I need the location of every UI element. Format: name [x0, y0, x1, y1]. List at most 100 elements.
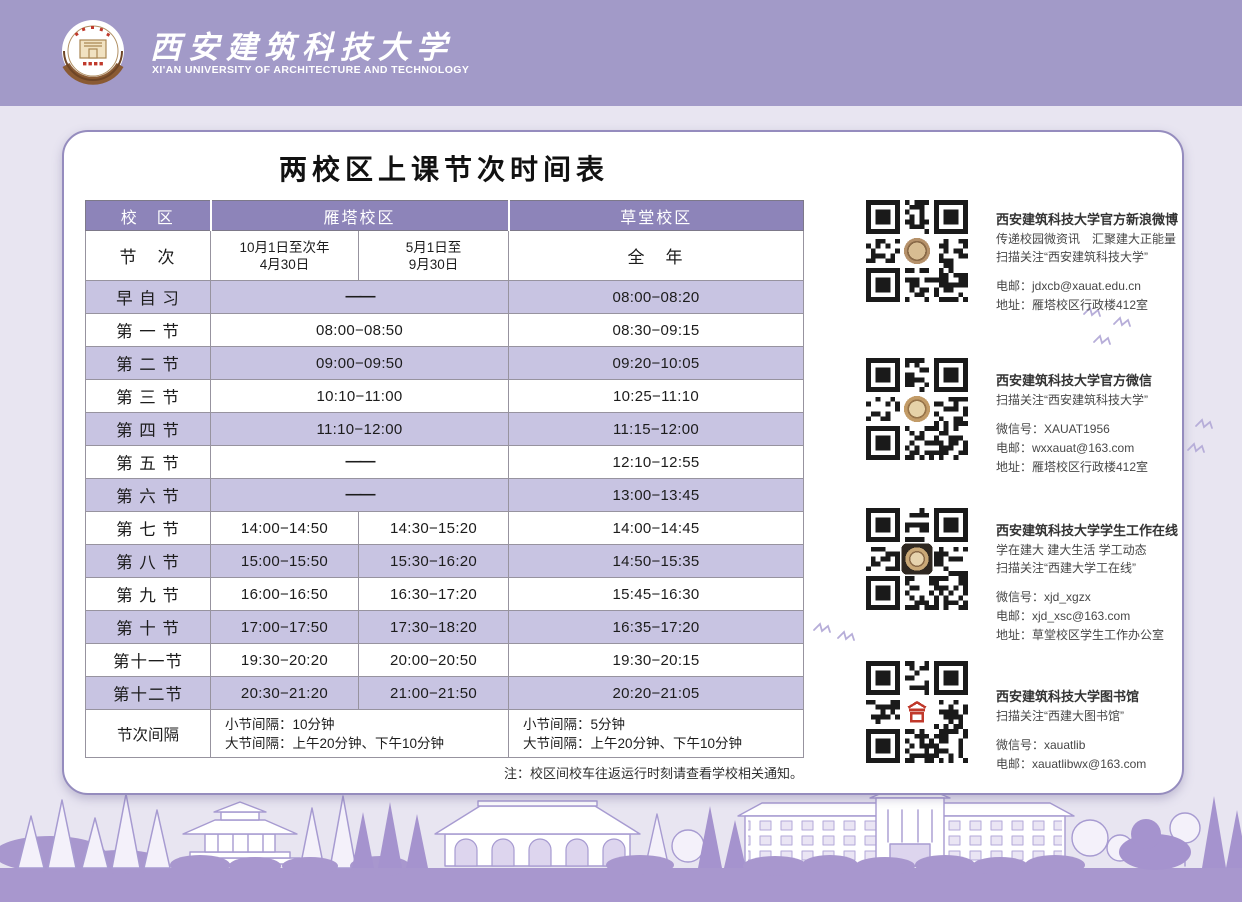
- campus-illustration: [0, 788, 1242, 902]
- table-row: 第 四 节11:10−12:0011:15−12:00: [86, 413, 804, 446]
- qr-contact-line: 电邮：wxxauat@163.com: [996, 439, 1184, 458]
- period-label-cell: 第十二节: [86, 677, 211, 710]
- timetable: 校 区 雁塔校区 草堂校区 节 次 10月1日至次年 4月30日 5月1日至 9…: [85, 200, 804, 758]
- qr-section-line: 扫描关注“西安建筑科技大学”: [996, 248, 1184, 266]
- university-name-en: XI'AN UNIVERSITY OF ARCHITECTURE AND TEC…: [152, 64, 469, 76]
- yanta-time-cell: 09:00−09:50: [211, 347, 509, 380]
- decorative-squiggle: [1186, 418, 1230, 466]
- caotang-time-cell: 08:30−09:15: [509, 314, 804, 347]
- university-logo-icon: [58, 15, 128, 89]
- yanta-time-cell: ——: [211, 281, 509, 314]
- yanta-winter-time-cell: 17:00−17:50: [211, 611, 359, 644]
- university-banner: 西安建筑科技大学 XI'AN UNIVERSITY OF ARCHITECTUR…: [0, 0, 1242, 106]
- caotang-time-cell: 08:00−08:20: [509, 281, 804, 314]
- qr-contact-line: 微信号：XAUAT1956: [996, 420, 1184, 439]
- qr-text-block: 西安建筑科技大学官方新浪微博传递校园微资讯 汇聚建大正能量扫描关注“西安建筑科技…: [996, 210, 1184, 315]
- subheader-period: 节 次: [86, 231, 211, 281]
- table-row: 第 五 节——12:10−12:55: [86, 446, 804, 479]
- qr-section-title: 西安建筑科技大学官方新浪微博: [996, 210, 1184, 230]
- interval-line: 大节间隔：上午20分钟、下午10分钟: [225, 734, 508, 753]
- qr-text-block: 西安建筑科技大学学生工作在线学在建大 建大生活 学工动态扫描关注“西建大学工在线…: [996, 521, 1184, 645]
- yanta-time-cell: ——: [211, 479, 509, 512]
- qr-text-block: 西安建筑科技大学图书馆扫描关注“西建大图书馆”微信号：xauatlib电邮：xa…: [996, 687, 1184, 774]
- page-title: 两校区上课节次时间表: [85, 148, 803, 188]
- qr-section-line: 扫描关注“西建大学工在线”: [996, 559, 1184, 577]
- qr-contact-line: 电邮：jdxcb@xauat.edu.cn: [996, 277, 1184, 296]
- table-row: 第 二 节09:00−09:5009:20−10:05: [86, 347, 804, 380]
- qr-section-title: 西安建筑科技大学学生工作在线: [996, 521, 1184, 541]
- table-row: 第 三 节10:10−11:0010:25−11:10: [86, 380, 804, 413]
- table-row: 第 六 节——13:00−13:45: [86, 479, 804, 512]
- caotang-time-cell: 15:45−16:30: [509, 578, 804, 611]
- caotang-time-cell: 12:10−12:55: [509, 446, 804, 479]
- table-row: 第 七 节14:00−14:5014:30−15:2014:00−14:45: [86, 512, 804, 545]
- date-range-line: 5月1日至: [359, 239, 508, 256]
- qr-code-weibo: [866, 200, 968, 302]
- caotang-time-cell: 14:50−15:35: [509, 545, 804, 578]
- qr-section-line: 传递校园微资讯 汇聚建大正能量: [996, 230, 1184, 248]
- table-row: 第十一节19:30−20:2020:00−20:5019:30−20:15: [86, 644, 804, 677]
- qr-section-title: 西安建筑科技大学官方微信: [996, 371, 1184, 391]
- period-label-cell: 第 四 节: [86, 413, 211, 446]
- yanta-winter-time-cell: 20:30−21:20: [211, 677, 359, 710]
- table-row: 第 一 节08:00−08:5008:30−09:15: [86, 314, 804, 347]
- qr-contact-line: 微信号：xauatlib: [996, 736, 1184, 755]
- caotang-time-cell: 16:35−17:20: [509, 611, 804, 644]
- table-subheader-row: 节 次 10月1日至次年 4月30日 5月1日至 9月30日 全 年: [86, 231, 804, 281]
- yanta-time-cell: 11:10−12:00: [211, 413, 509, 446]
- qr-code-student-work: [866, 508, 968, 610]
- period-label-cell: 第 十 节: [86, 611, 211, 644]
- caotang-interval-cell: 小节间隔：5分钟大节间隔：上午20分钟、下午10分钟: [509, 710, 804, 758]
- table-row: 第 八 节15:00−15:5015:30−16:2014:50−15:35: [86, 545, 804, 578]
- yanta-time-cell: 10:10−11:00: [211, 380, 509, 413]
- qr-code-library: [866, 661, 968, 763]
- caotang-time-cell: 10:25−11:10: [509, 380, 804, 413]
- period-label-cell: 第十一节: [86, 644, 211, 677]
- footnote: 注：校区间校车往返运行时刻请查看学校相关通知。: [85, 763, 803, 782]
- caotang-time-cell: 19:30−20:15: [509, 644, 804, 677]
- period-label-cell: 第 三 节: [86, 380, 211, 413]
- caotang-time-cell: 11:15−12:00: [509, 413, 804, 446]
- qr-text-block: 西安建筑科技大学官方微信扫描关注“西安建筑科技大学” 微信号：XAUAT1956电…: [996, 371, 1184, 477]
- poster-page: 西安建筑科技大学 XI'AN UNIVERSITY OF ARCHITECTUR…: [0, 0, 1242, 902]
- date-range-line: 4月30日: [211, 256, 358, 273]
- date-range-line: 9月30日: [359, 256, 508, 273]
- period-label-cell: 早 自 习: [86, 281, 211, 314]
- period-label-cell: 第 七 节: [86, 512, 211, 545]
- caotang-time-cell: 13:00−13:45: [509, 479, 804, 512]
- qr-code-wechat: [866, 358, 968, 460]
- caotang-time-cell: 20:20−21:05: [509, 677, 804, 710]
- table-row: 第十二节20:30−21:2021:00−21:5020:20−21:05: [86, 677, 804, 710]
- table-header-row: 校 区 雁塔校区 草堂校区: [86, 201, 804, 231]
- period-label-cell: 第 六 节: [86, 479, 211, 512]
- subheader-caotang-allyear: 全 年: [509, 231, 804, 281]
- yanta-time-cell: 08:00−08:50: [211, 314, 509, 347]
- qr-contact-line: 微信号：xjd_xgzx: [996, 588, 1184, 607]
- timetable-body: 早 自 习——08:00−08:20第 一 节08:00−08:5008:30−…: [86, 281, 804, 758]
- subheader-yanta-summer: 5月1日至 9月30日: [359, 231, 509, 281]
- interval-line: 大节间隔：上午20分钟、下午10分钟: [523, 734, 803, 753]
- qr-section-line: 扫描关注“西建大图书馆”: [996, 707, 1184, 725]
- subheader-yanta-winter: 10月1日至次年 4月30日: [211, 231, 359, 281]
- qr-contact-line: 电邮：xauatlibwx@163.com: [996, 755, 1184, 774]
- yanta-summer-time-cell: 15:30−16:20: [359, 545, 509, 578]
- interval-line: 小节间隔：10分钟: [225, 715, 508, 734]
- period-label-cell: 第 八 节: [86, 545, 211, 578]
- interval-line: 小节间隔：5分钟: [523, 715, 803, 734]
- qr-contact-line: 地址：雁塔校区行政楼412室: [996, 458, 1184, 477]
- decorative-squiggle: [812, 618, 868, 650]
- period-label-cell: 第 九 节: [86, 578, 211, 611]
- qr-section-line: 学在建大 建大生活 学工动态: [996, 541, 1184, 559]
- yanta-winter-time-cell: 19:30−20:20: [211, 644, 359, 677]
- header-campus: 校 区: [86, 201, 211, 231]
- table-row-interval: 节次间隔小节间隔：10分钟大节间隔：上午20分钟、下午10分钟小节间隔：5分钟大…: [86, 710, 804, 758]
- qr-contact-line: 电邮：xjd_xsc@163.com: [996, 607, 1184, 626]
- yanta-summer-time-cell: 20:00−20:50: [359, 644, 509, 677]
- yanta-summer-time-cell: 14:30−15:20: [359, 512, 509, 545]
- header-yanta-campus: 雁塔校区: [211, 201, 509, 231]
- qr-contact-line: 地址：草堂校区学生工作办公室: [996, 626, 1184, 645]
- caotang-time-cell: 14:00−14:45: [509, 512, 804, 545]
- qr-section-line: 扫描关注“西安建筑科技大学”: [996, 391, 1184, 409]
- caotang-time-cell: 09:20−10:05: [509, 347, 804, 380]
- period-label-cell: 第 一 节: [86, 314, 211, 347]
